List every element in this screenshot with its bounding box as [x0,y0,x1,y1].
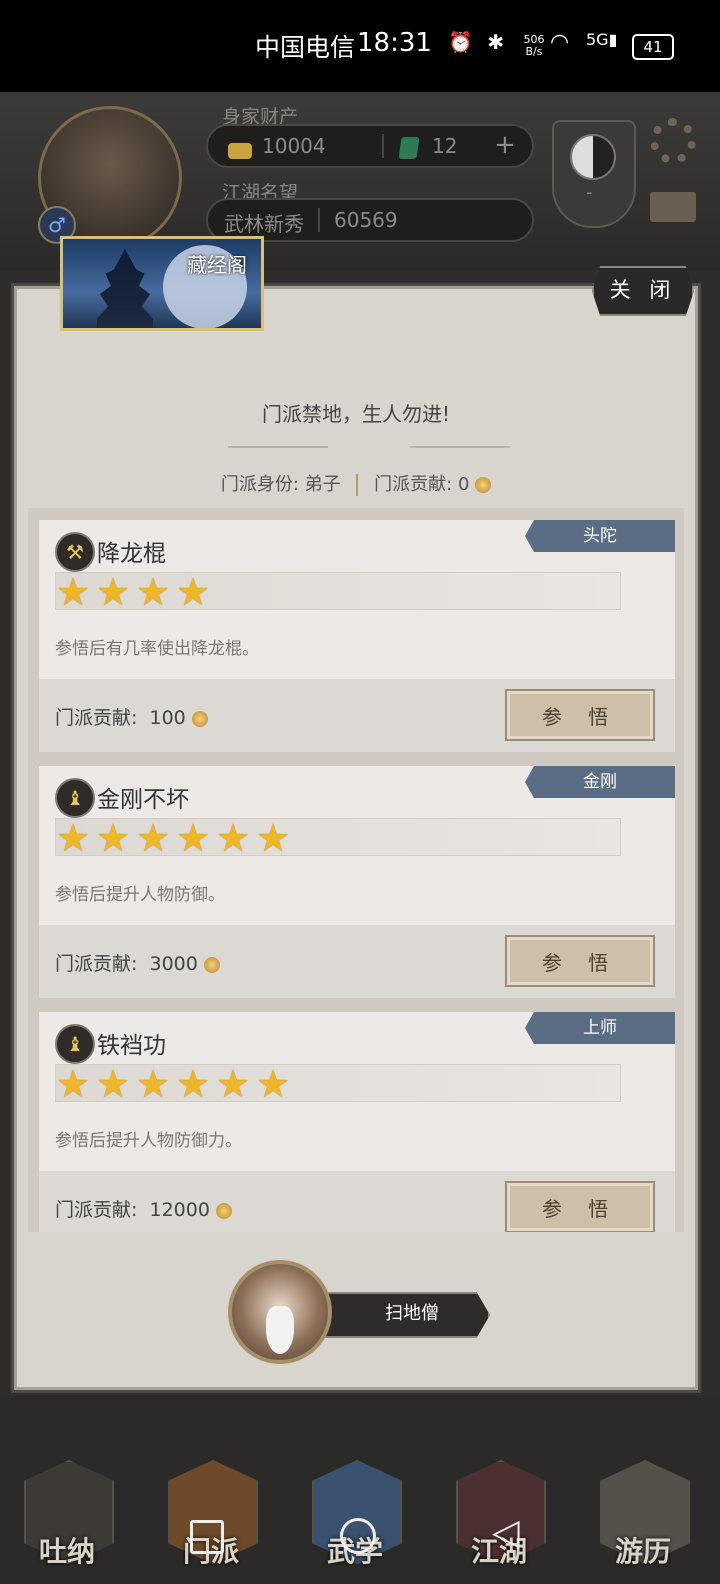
star-icon: ★ [96,1062,131,1106]
star-icon: ★ [216,1062,251,1106]
npc-beard [266,1306,294,1354]
nav-label: 游历 [614,1535,671,1568]
comprehend-button[interactable]: 参 悟 [505,935,655,987]
star-icon: ★ [136,1062,171,1106]
home-button[interactable] [340,1518,376,1554]
skill-card: ⚒ 降龙棍 头陀 ★ ★ ★ ★ 参悟后有几率使出降龙棍。 门派贡献: 100 参 悟 [39,520,675,752]
divider [356,474,359,496]
location-title: 藏经阁 [187,253,247,277]
nav-item-tuna[interactable]: 吐纳 [12,1460,122,1580]
star-rating: ★ ★ ★ ★ [55,570,621,614]
net-speed: 506 B/s [523,33,545,58]
reputation-title: 武林新秀 [224,212,304,236]
star-icon: ★ [176,816,211,860]
star-icon: ★ [216,816,251,860]
mail-icon[interactable] [650,192,696,222]
skill-cost: 门派贡献: 3000 [55,949,220,976]
close-button[interactable]: 关 闭 [592,266,694,316]
nav-item-travel[interactable]: 游历 [588,1460,698,1580]
star-icon: ★ [56,1062,91,1106]
star-icon: ★ [96,570,131,614]
star-icon: ★ [136,570,171,614]
skill-name: 金刚不坏 [97,787,189,813]
add-currency-button[interactable]: + [494,130,516,160]
emblem-text: - [586,182,593,203]
comprehend-button[interactable]: 参 悟 [505,1181,655,1232]
sect-motto: 门派禁地，生人勿进! [261,402,451,426]
contribution-label: 门派贡献: [374,474,453,495]
skill-name: 降龙棍 [97,541,166,567]
pagoda-image [97,249,153,328]
battery-icon: 41 [632,34,674,60]
skill-tag: 金刚 [525,766,675,798]
star-rating: ★ ★ ★ ★ ★ ★ [55,1062,621,1106]
skill-footer: 门派贡献: 3000 参 悟 [39,925,675,998]
skill-description: 参悟后提升人物防御。 [55,885,225,905]
contribution-coin-icon [203,956,220,973]
jade-icon [398,134,420,159]
star-icon: ★ [176,1062,211,1106]
ornament-divider-left [228,446,328,448]
identity-label: 门派身份: [220,474,299,495]
skill-card: ♝ 铁裆功 上师 ★ ★ ★ ★ ★ ★ 参悟后提升人物防御力。 门派贡献: 12000 … [39,1012,675,1232]
skill-tag: 头陀 [525,520,675,552]
comprehend-button[interactable]: 参 悟 [505,689,655,741]
star-rating: ★ ★ ★ ★ ★ ★ [55,816,621,860]
star-icon: ★ [96,816,131,860]
staff-icon: ⚒ [55,532,95,572]
status-icons: ⏰ ✱ [448,30,509,54]
coin-amount: 10004 [262,134,326,158]
recents-button[interactable] [190,1520,224,1554]
bell-icon: ♝ [55,778,95,818]
star-icon: ★ [256,816,291,860]
gold-ingot-icon [228,137,252,161]
gear-icon[interactable] [650,118,696,164]
contribution-coin-icon [216,1202,232,1219]
jade-amount: 12 [432,134,458,158]
star-icon: ★ [256,1062,291,1106]
contribution-coin-icon [191,710,208,727]
skill-cost: 门派贡献: 100 [55,703,208,730]
contribution-coin-icon [475,477,492,493]
carrier-label: 中国电信 [255,33,356,62]
identity-row: 门派身份: 弟子 门派贡献: 0 [0,470,712,496]
skill-description: 参悟后提升人物防御力。 [55,1131,242,1151]
skill-name: 铁裆功 [97,1033,166,1059]
clock: 18:31 [357,28,432,58]
contribution-value: 0 [457,474,470,495]
star-icon: ★ [136,816,171,860]
skill-footer: 门派贡献: 100 参 悟 [39,679,675,752]
skill-cost: 门派贡献: 12000 [55,1195,232,1222]
yin-yang-icon [570,134,616,180]
skill-tag: 上师 [525,1012,675,1044]
ornament-divider-right [410,446,510,448]
star-icon: ★ [56,570,91,614]
divider [382,134,384,158]
npc-name-plate[interactable]: 扫地僧 [322,1292,490,1338]
skill-card: ♝ 金刚不坏 金刚 ★ ★ ★ ★ ★ ★ 参悟后提升人物防御。 门派贡献: 3000 参… [39,766,675,998]
wifi-icon: ◠ [550,30,570,55]
location-card: 藏经阁 [60,236,264,331]
divider [318,208,320,232]
nav-label: 吐纳 [38,1535,95,1568]
npc-name: 扫地僧 [385,1303,439,1324]
reputation-value: 60569 [334,208,398,232]
currency-bar: 10004 12 + [206,124,534,168]
star-icon: ★ [56,816,91,860]
bell-icon: ♝ [55,1024,95,1064]
status-bar: 中国电信 18:31 ⏰ ✱ 506 B/s ◠ 5G▮ 41 [0,0,720,92]
star-icon: ★ [176,570,211,614]
signal-icon: 5G▮ [586,30,618,49]
skill-list[interactable]: ⚒ 降龙棍 头陀 ★ ★ ★ ★ 参悟后有几率使出降龙棍。 门派贡献: 100 参 悟… [28,508,684,1232]
skill-description: 参悟后有几率使出降龙棍。 [55,639,259,659]
back-icon[interactable]: ◁ [492,1512,520,1553]
skill-footer: 门派贡献: 12000 参 悟 [39,1171,675,1232]
identity-value: 弟子 [304,474,341,495]
